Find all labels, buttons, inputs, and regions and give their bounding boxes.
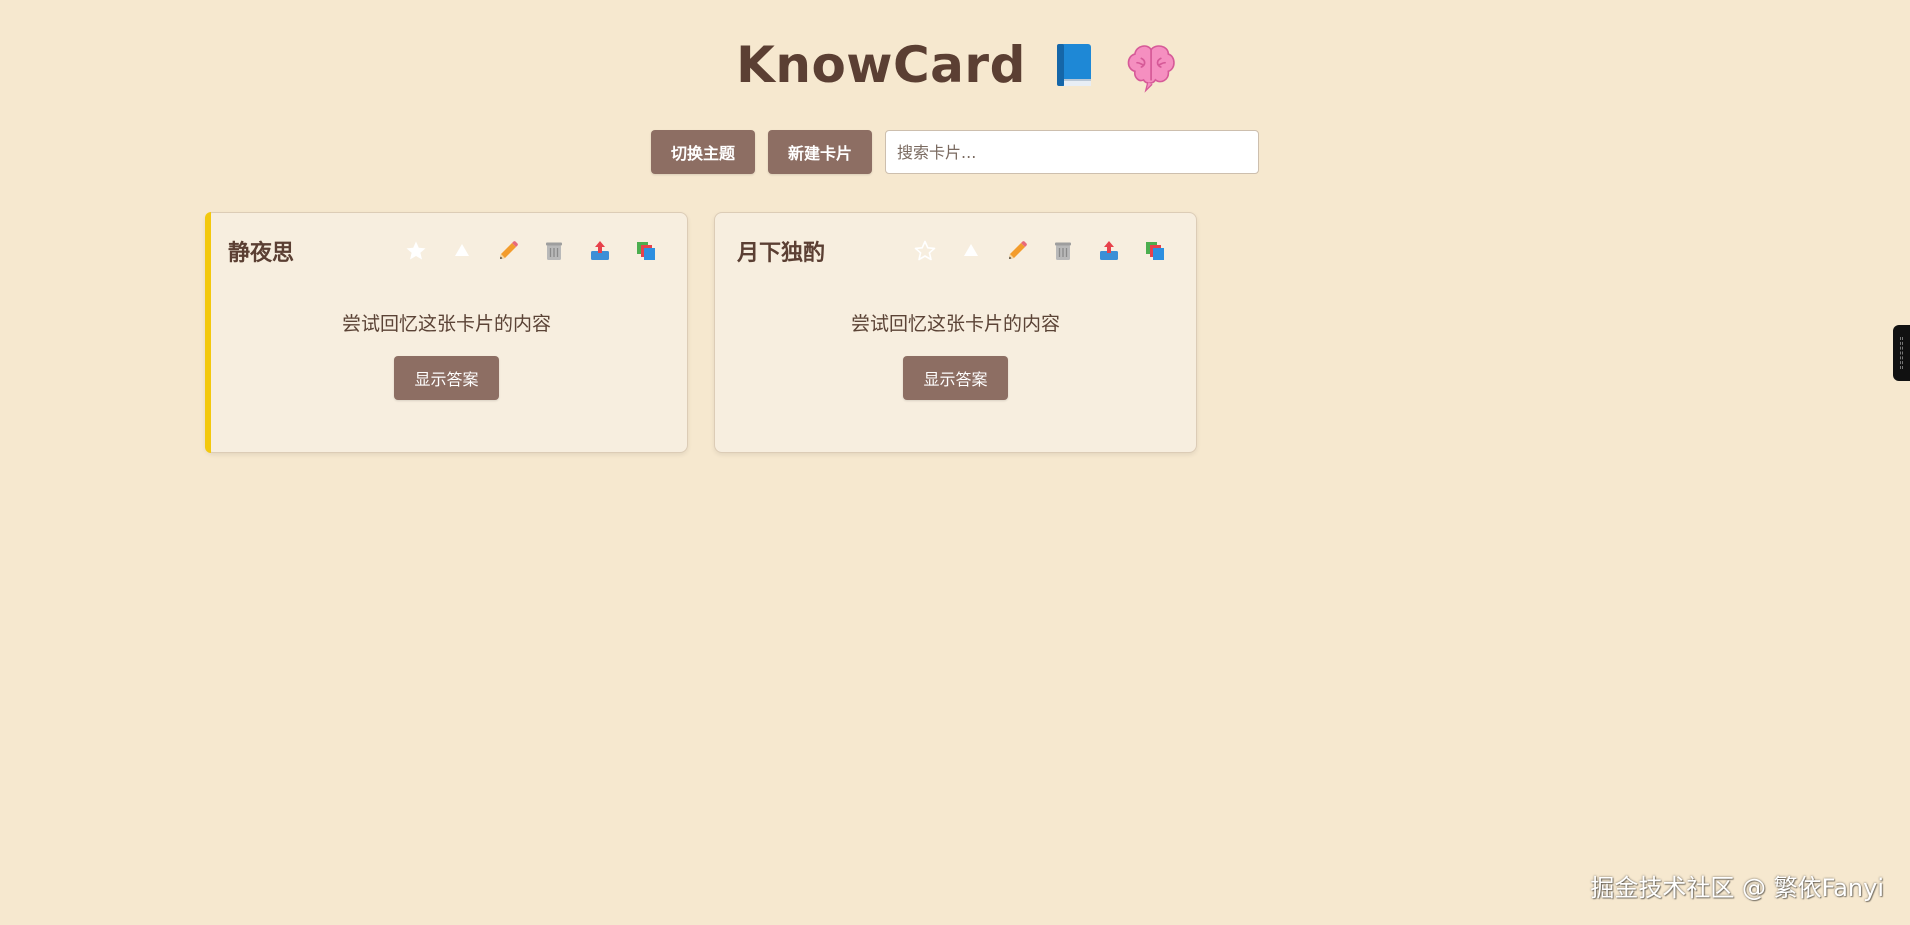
show-answer-button[interactable]: 显示答案	[903, 356, 1008, 400]
card-title: 月下独酌	[737, 241, 826, 266]
side-panel-handle[interactable]	[1893, 325, 1910, 381]
app-title: KnowCard	[736, 36, 1026, 94]
header: KnowCard	[0, 36, 1910, 94]
card-prompt: 尝试回忆这张卡片的内容	[341, 313, 551, 335]
up-arrow-icon[interactable]	[958, 238, 984, 264]
brain-icon	[1122, 39, 1175, 93]
trash-icon[interactable]	[1050, 238, 1076, 264]
star-outline-icon[interactable]	[912, 238, 938, 264]
watermark: 掘金技术社区 @ 繁依Fanyi	[1590, 874, 1884, 902]
card-actions	[403, 238, 659, 264]
card-list: 静夜思 尝试回忆这张卡片的内容 显示答案 月下独酌 尝试回忆这张卡片的内容 显示…	[205, 212, 1197, 453]
pencil-icon[interactable]	[495, 238, 521, 264]
copy-icon[interactable]	[633, 238, 659, 264]
book-icon	[1048, 39, 1100, 91]
card-header: 月下独酌	[737, 237, 1174, 266]
pencil-icon[interactable]	[1004, 238, 1030, 264]
export-icon[interactable]	[1096, 238, 1122, 264]
star-icon[interactable]	[403, 238, 429, 264]
card-footer: 显示答案	[228, 356, 665, 400]
search-input[interactable]	[885, 130, 1260, 174]
card: 静夜思 尝试回忆这张卡片的内容 显示答案	[205, 212, 688, 453]
card-prompt: 尝试回忆这张卡片的内容	[850, 313, 1060, 335]
toolbar: 切换主题 新建卡片	[0, 130, 1910, 174]
up-arrow-icon[interactable]	[449, 238, 475, 264]
new-card-button[interactable]: 新建卡片	[768, 130, 873, 174]
grip-icon	[1900, 337, 1903, 369]
export-icon[interactable]	[587, 238, 613, 264]
card: 月下独酌 尝试回忆这张卡片的内容 显示答案	[714, 212, 1197, 453]
card-actions	[912, 238, 1168, 264]
page: KnowCard 切换主题 新建卡片 静夜思	[0, 0, 1910, 925]
copy-icon[interactable]	[1142, 238, 1168, 264]
card-footer: 显示答案	[737, 356, 1174, 400]
card-header: 静夜思	[228, 237, 665, 266]
show-answer-button[interactable]: 显示答案	[394, 356, 499, 400]
trash-icon[interactable]	[541, 238, 567, 264]
toggle-theme-button[interactable]: 切换主题	[650, 130, 755, 174]
card-title: 静夜思	[228, 241, 295, 266]
